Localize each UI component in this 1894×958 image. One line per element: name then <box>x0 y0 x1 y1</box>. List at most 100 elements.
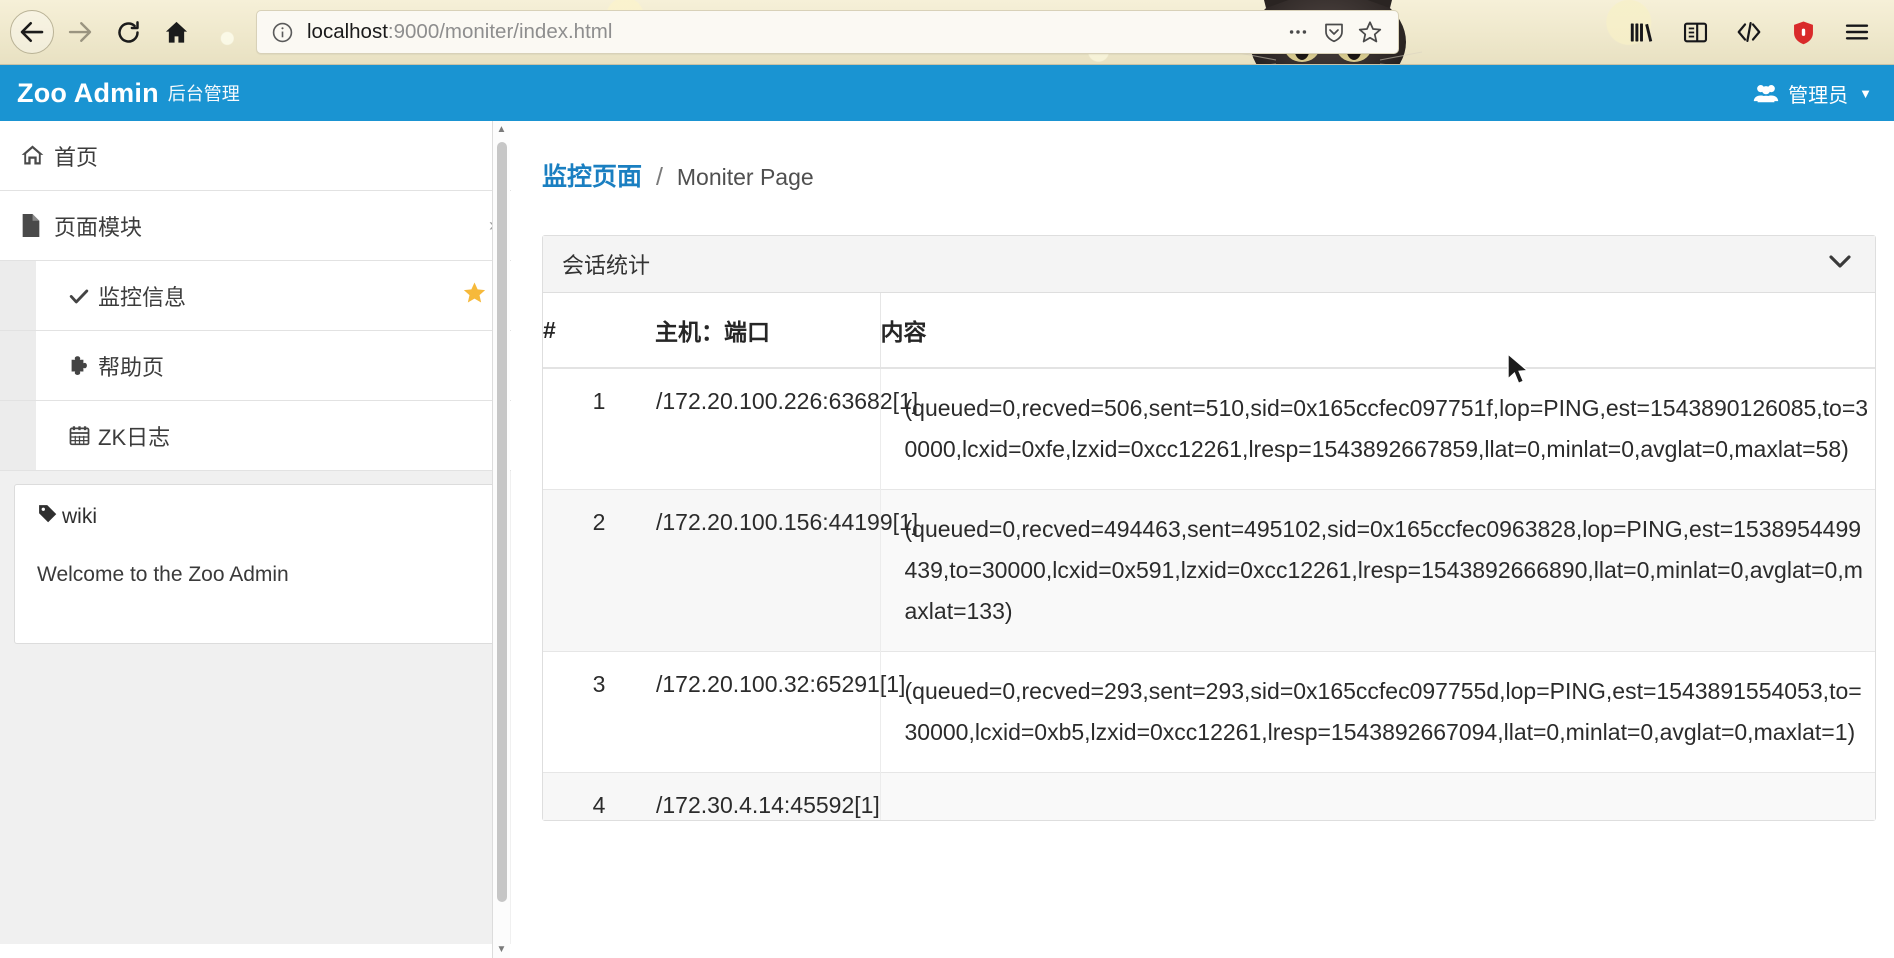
session-stats-table: # 主机：端口 内容 1 /172.20.100.226:63682[1] (q… <box>543 293 1875 820</box>
puzzle-icon <box>68 355 98 377</box>
panel-title: 会话统计 <box>562 253 651 278</box>
reload-button[interactable] <box>106 10 150 54</box>
pocket-shield-icon <box>1325 23 1343 43</box>
check-icon <box>68 285 98 307</box>
wiki-panel-container: wiki Welcome to the Zoo Admin <box>0 471 511 644</box>
home-button[interactable] <box>154 10 198 54</box>
cell-index: 1 <box>592 388 606 414</box>
table-row[interactable]: 2 /172.20.100.156:44199[1] (queued=0,rec… <box>543 488 1875 652</box>
cell-host-port: /172.20.100.226:63682[1] <box>656 388 919 414</box>
sidebar-item-monitor-info[interactable]: 监控信息 <box>0 261 511 331</box>
url-bar[interactable]: localhost:9000/moniter/index.html <box>256 10 1399 54</box>
sidebar-icon <box>1683 22 1707 42</box>
session-stats-panel: 会话统计 # 主机：端口 内容 1 /172.20.100.226:63682[… <box>542 235 1876 821</box>
star-outline-icon <box>1358 21 1382 43</box>
user-menu[interactable]: 管理员 ▼ <box>1753 79 1872 108</box>
app-menu-button[interactable] <box>1840 15 1874 49</box>
arrow-right-icon <box>68 22 92 42</box>
table-head: # 主机：端口 内容 <box>543 293 1875 369</box>
sidebar-scrollbar-thumb[interactable] <box>497 142 507 902</box>
breadcrumb-subtitle: Moniter Page <box>676 164 814 190</box>
panel-header: 会话统计 <box>543 236 1875 293</box>
info-circle-icon <box>272 22 293 42</box>
column-header-host-port: 主机：端口 <box>655 293 880 369</box>
pocket-button[interactable] <box>1316 14 1352 50</box>
sidebar-item-page-modules[interactable]: 页面模块 › <box>0 191 511 261</box>
page-actions-button[interactable] <box>1280 14 1316 50</box>
sidebar-item-label: 帮助页 <box>98 354 165 380</box>
arrow-left-icon <box>20 21 44 43</box>
sidebar-nav-list: 首页 页面模块 › <box>0 121 511 261</box>
column-header-content: 内容 <box>879 293 1875 369</box>
cell-content: (queued=0,recved=293,sent=293,sid=0x165c… <box>879 650 1875 773</box>
user-label: 管理员 <box>1788 84 1849 107</box>
library-button[interactable] <box>1624 15 1658 49</box>
calendar-icon <box>68 424 98 447</box>
breadcrumb: 监控页面 / Moniter Page <box>511 121 1894 193</box>
sidebar-item-help-page[interactable]: 帮助页 <box>0 331 511 401</box>
hamburger-menu-icon <box>1845 24 1869 40</box>
cell-content: (queued=0,recved=506,sent=510,sid=0x165c… <box>879 368 1875 490</box>
browser-toolbar-icons <box>1624 15 1894 49</box>
home-icon <box>20 143 52 168</box>
cell-index: 2 <box>543 488 655 652</box>
cell-host-port: /172.20.100.156:44199[1] <box>655 488 918 652</box>
sidebar-scroll-region: 首页 页面模块 › <box>0 121 511 958</box>
table-row[interactable]: 1 /172.20.100.226:63682[1] (queued=0,rec… <box>543 368 1875 490</box>
wiki-panel-title: wiki <box>37 503 474 530</box>
cell-host-port: /172.30.4.14:45592[1] <box>655 771 880 820</box>
wiki-panel-body: Welcome to the Zoo Admin <box>37 563 289 586</box>
breadcrumb-active[interactable]: 监控页面 <box>542 163 642 191</box>
url-host: localhost <box>307 20 388 43</box>
brand-subtitle: 后台管理 <box>167 84 240 104</box>
brand-title: Zoo Admin <box>17 77 159 108</box>
table-body: 1 /172.20.100.226:63682[1] (queued=0,rec… <box>543 368 1875 820</box>
cell-index: 3 <box>543 650 655 773</box>
tag-icon <box>37 503 58 530</box>
cell-content: (queued=0,recved=494463,sent=495102,sid=… <box>879 488 1875 652</box>
code-brackets-icon <box>1737 22 1761 42</box>
column-header-index: # <box>543 293 655 369</box>
table-header-row: # 主机：端口 内容 <box>543 293 1875 369</box>
scroll-down-arrow-icon[interactable]: ▼ <box>493 941 510 958</box>
scroll-up-arrow-icon[interactable]: ▲ <box>493 121 510 138</box>
app-header: Zoo Admin 后台管理 管理员 ▼ <box>0 65 1894 121</box>
security-extension-button[interactable] <box>1786 15 1820 49</box>
page-body: 首页 页面模块 › <box>0 121 1894 958</box>
sidebar-sub-list: 监控信息 帮助页 ZK日志 <box>0 261 511 471</box>
devtools-button[interactable] <box>1732 15 1766 49</box>
url-text: localhost:9000/moniter/index.html <box>307 20 1280 44</box>
cell-content <box>879 771 1875 820</box>
library-icon <box>1630 23 1652 42</box>
sidebar-item-home[interactable]: 首页 <box>0 121 511 191</box>
cell-host-port: /172.20.100.32:65291[1] <box>655 650 905 773</box>
wiki-title-text: wiki <box>62 504 97 528</box>
table-row[interactable]: 4 /172.30.4.14:45592[1] <box>543 771 1875 820</box>
main-content: 监控页面 / Moniter Page 会话统计 # 主机：端口 内容 1 /1… <box>511 121 1894 958</box>
back-button[interactable] <box>10 10 54 54</box>
sidebar-item-zk-log[interactable]: ZK日志 <box>0 401 511 471</box>
url-path: :9000/moniter/index.html <box>387 20 613 43</box>
file-icon <box>20 213 52 238</box>
table-row[interactable]: 3 /172.20.100.32:65291[1] (queued=0,recv… <box>543 650 1875 773</box>
chevron-down-icon: ▼ <box>1859 85 1872 101</box>
browser-chrome: localhost:9000/moniter/index.html <box>0 0 1894 65</box>
bookmark-button[interactable] <box>1352 14 1388 50</box>
sidebar-scrollbar[interactable]: ▲ ▼ <box>492 121 510 958</box>
chevron-down-icon[interactable] <box>1827 252 1853 276</box>
ellipsis-icon <box>1289 30 1307 34</box>
home-icon <box>165 21 187 43</box>
sidebar-item-label: 页面模块 <box>54 214 143 240</box>
sidebar-button[interactable] <box>1678 15 1712 49</box>
sidebar-filler <box>0 644 511 944</box>
sidebar-item-label: ZK日志 <box>98 424 171 450</box>
users-group-icon <box>1753 85 1779 103</box>
sidebar-item-label: 首页 <box>54 144 99 170</box>
cell-index: 4 <box>543 771 655 820</box>
star-icon <box>462 280 487 311</box>
forward-button[interactable] <box>58 10 102 54</box>
browser-navigation-buttons <box>0 10 198 54</box>
shield-badge-icon <box>1793 20 1813 44</box>
breadcrumb-separator: / <box>655 163 663 191</box>
identity-box[interactable] <box>271 21 294 44</box>
